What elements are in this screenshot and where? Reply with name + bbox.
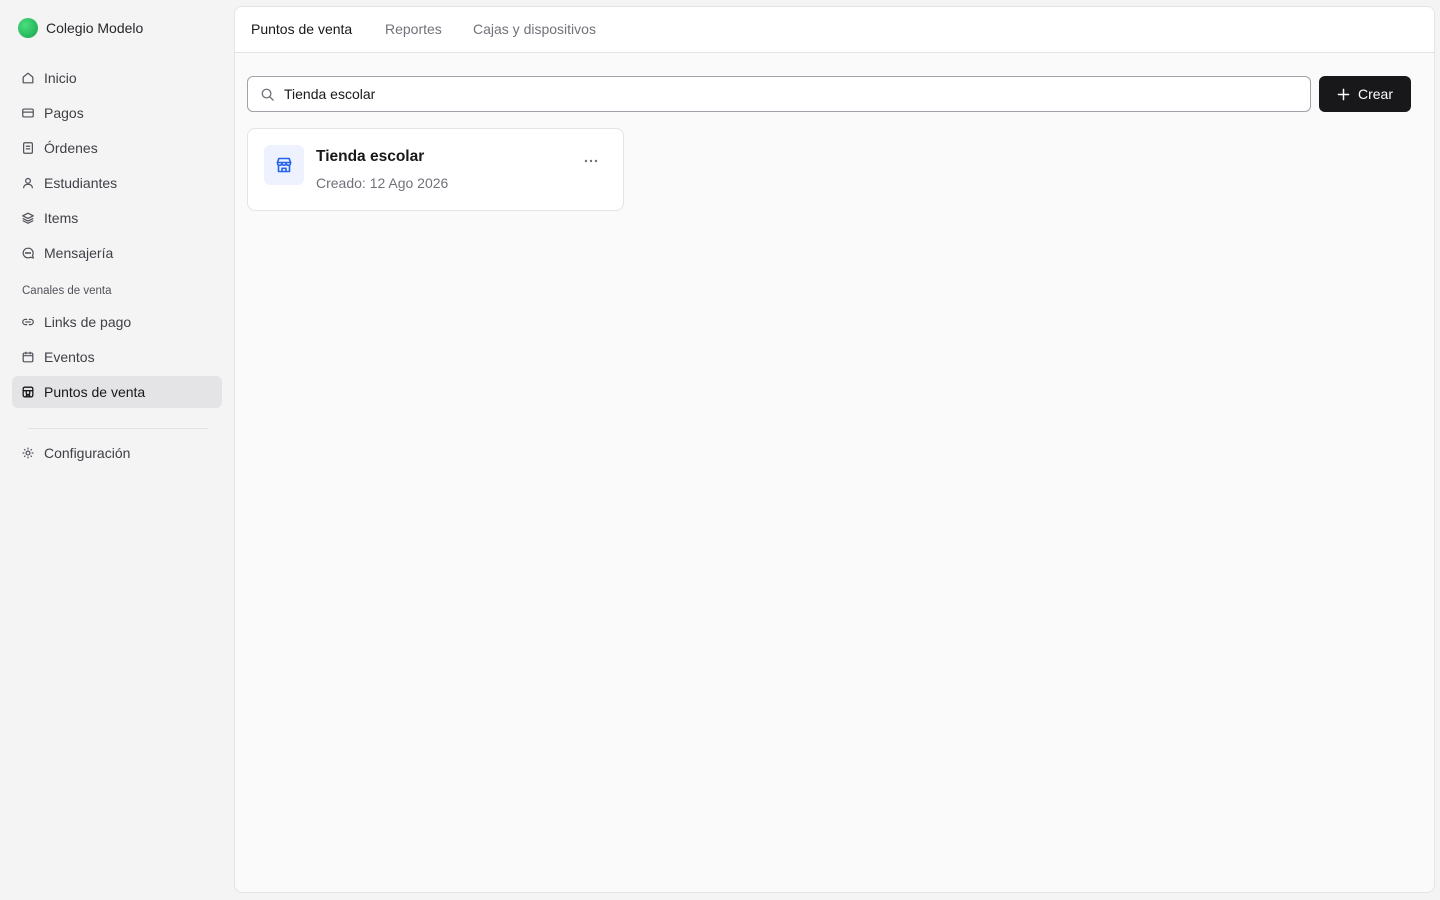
search-icon bbox=[261, 88, 274, 101]
sidebar-item-label: Eventos bbox=[44, 349, 95, 365]
message-icon bbox=[22, 247, 35, 259]
search-input[interactable] bbox=[284, 77, 1304, 111]
plus-icon bbox=[1337, 88, 1350, 100]
sidebar-item-mensajeria[interactable]: Mensajería bbox=[12, 237, 222, 269]
card-title: Tienda escolar bbox=[316, 148, 425, 165]
store-icon bbox=[22, 386, 34, 398]
org-switcher[interactable]: Colegio Modelo bbox=[18, 18, 143, 38]
user-icon bbox=[23, 177, 33, 189]
sidebar-item-links-de-pago[interactable]: Links de pago bbox=[12, 306, 222, 338]
sidebar-item-estudiantes[interactable]: Estudiantes bbox=[12, 167, 222, 199]
sidebar-item-label: Items bbox=[44, 210, 79, 226]
card-created-date: Creado: 12 Ago 2026 bbox=[316, 175, 449, 191]
sidebar-item-label: Estudiantes bbox=[44, 175, 118, 191]
tab-cajas-y-dispositivos[interactable]: Cajas y dispositivos bbox=[473, 21, 596, 37]
main-panel: Puntos de venta Reportes Cajas y disposi… bbox=[234, 6, 1435, 893]
store-icon bbox=[264, 145, 304, 185]
link-icon bbox=[22, 318, 34, 326]
sidebar-item-label: Configuración bbox=[44, 445, 131, 461]
sidebar-item-puntos-de-venta[interactable]: Puntos de venta bbox=[12, 376, 222, 408]
more-options-icon[interactable] bbox=[578, 151, 604, 171]
tab-reportes[interactable]: Reportes bbox=[385, 21, 442, 37]
sidebar-section-label: Canales de venta bbox=[22, 285, 112, 297]
sidebar-item-items[interactable]: Items bbox=[12, 202, 222, 234]
sidebar-item-label: Inicio bbox=[44, 70, 77, 86]
sidebar-item-configuracion[interactable]: Configuración bbox=[12, 437, 222, 469]
sidebar-item-label: Pagos bbox=[44, 105, 84, 121]
gear-icon bbox=[22, 447, 34, 459]
calendar-icon bbox=[22, 351, 34, 363]
home-icon bbox=[22, 72, 34, 84]
sidebar: Colegio Modelo Inicio Pagos Órdenes Estu… bbox=[0, 0, 234, 900]
sidebar-item-ordenes[interactable]: Órdenes bbox=[12, 132, 222, 164]
tab-bar: Puntos de venta Reportes Cajas y disposi… bbox=[235, 7, 1434, 53]
search-box bbox=[247, 76, 1311, 112]
sidebar-divider bbox=[28, 428, 208, 429]
sidebar-item-pagos[interactable]: Pagos bbox=[12, 97, 222, 129]
credit-card-icon bbox=[22, 108, 34, 118]
sidebar-item-label: Órdenes bbox=[44, 140, 98, 156]
create-button-label: Crear bbox=[1357, 86, 1393, 102]
sidebar-item-label: Mensajería bbox=[44, 245, 114, 261]
receipt-icon bbox=[23, 142, 33, 154]
sidebar-item-inicio[interactable]: Inicio bbox=[12, 62, 222, 94]
org-name: Colegio Modelo bbox=[46, 20, 144, 36]
org-logo-icon bbox=[18, 18, 38, 38]
point-of-sale-card[interactable]: Tienda escolar Creado: 12 Ago 2026 bbox=[247, 128, 624, 211]
layers-icon bbox=[22, 212, 34, 224]
create-button[interactable]: Crear bbox=[1319, 76, 1411, 112]
sidebar-item-label: Links de pago bbox=[44, 314, 132, 330]
sidebar-item-eventos[interactable]: Eventos bbox=[12, 341, 222, 373]
sidebar-item-label: Puntos de venta bbox=[44, 384, 146, 400]
tab-puntos-de-venta[interactable]: Puntos de venta bbox=[251, 21, 352, 37]
